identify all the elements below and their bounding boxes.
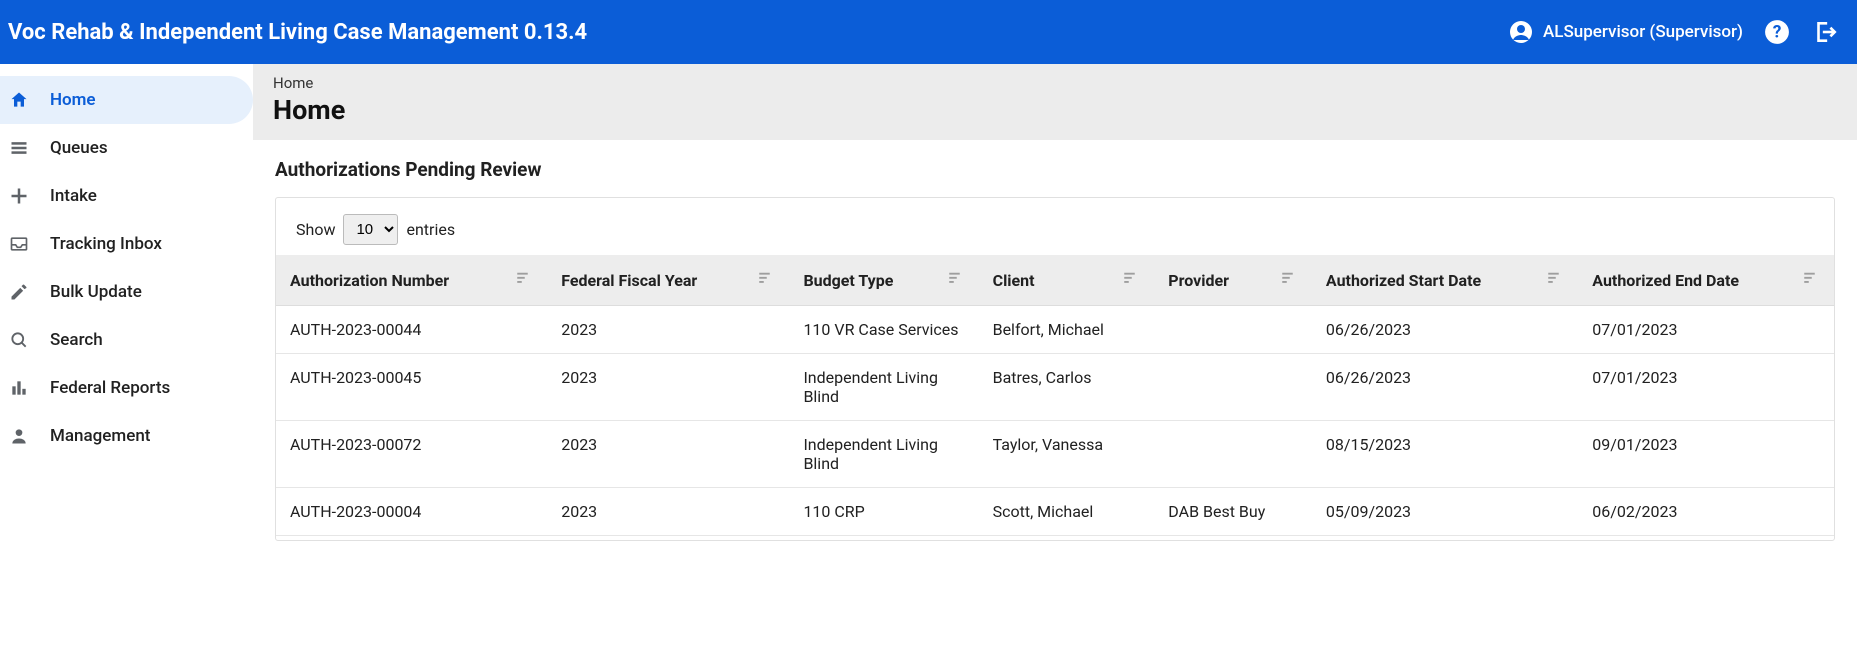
cell-budget-type: Independent Living Blind bbox=[789, 354, 978, 421]
header-right: ALSupervisor (Supervisor) ? bbox=[1507, 18, 1839, 46]
cell-fy: 2023 bbox=[547, 488, 789, 536]
sidebar-item-label: Intake bbox=[50, 186, 97, 206]
user-label: ALSupervisor (Supervisor) bbox=[1543, 22, 1743, 42]
sort-icon[interactable] bbox=[515, 269, 533, 291]
sidebar-item-bulk-update[interactable]: Bulk Update bbox=[0, 268, 253, 316]
page-header: Home Home bbox=[253, 64, 1857, 140]
sidebar-item-search[interactable]: Search bbox=[0, 316, 253, 364]
column-header[interactable]: Client bbox=[979, 255, 1155, 306]
breadcrumb[interactable]: Home bbox=[273, 74, 1837, 92]
table-panel: Show 10 entries Authorization Number Fede… bbox=[275, 197, 1835, 541]
sidebar-item-label: Tracking Inbox bbox=[50, 234, 162, 254]
column-header[interactable]: Authorization Number bbox=[276, 255, 547, 306]
cell-provider bbox=[1154, 421, 1312, 488]
list-icon bbox=[8, 138, 30, 158]
cell-provider: DAB Best Buy bbox=[1154, 488, 1312, 536]
sort-icon[interactable] bbox=[1122, 269, 1140, 291]
cell-budget-type: 110 VR Case Services bbox=[789, 306, 978, 354]
cell-start-date: 05/09/2023 bbox=[1312, 488, 1578, 536]
sort-icon[interactable] bbox=[1280, 269, 1298, 291]
sidebar-item-tracking-inbox[interactable]: Tracking Inbox bbox=[0, 220, 253, 268]
column-label: Federal Fiscal Year bbox=[561, 271, 697, 290]
inbox-icon bbox=[8, 234, 30, 254]
column-label: Budget Type bbox=[803, 271, 893, 290]
logout-icon[interactable] bbox=[1811, 18, 1839, 46]
sidebar-item-queues[interactable]: Queues bbox=[0, 124, 253, 172]
cell-start-date: 06/26/2023 bbox=[1312, 354, 1578, 421]
cell-budget-type: 110 CRP bbox=[789, 488, 978, 536]
table-row[interactable]: AUTH-2023-000442023110 VR Case ServicesB… bbox=[276, 306, 1834, 354]
app-title: Voc Rehab & Independent Living Case Mana… bbox=[0, 20, 587, 45]
show-label-pre: Show bbox=[296, 220, 335, 239]
edit-icon bbox=[8, 282, 30, 302]
column-header[interactable]: Provider bbox=[1154, 255, 1312, 306]
cell-client: Batres, Carlos bbox=[979, 354, 1155, 421]
cell-end-date: 07/01/2023 bbox=[1578, 354, 1834, 421]
sidebar-item-label: Bulk Update bbox=[50, 282, 142, 302]
column-header[interactable]: Budget Type bbox=[789, 255, 978, 306]
cell-end-date: 06/02/2023 bbox=[1578, 488, 1834, 536]
sidebar-item-federal-reports[interactable]: Federal Reports bbox=[0, 364, 253, 412]
sort-icon[interactable] bbox=[1802, 269, 1820, 291]
cell-client: Scott, Michael bbox=[979, 488, 1155, 536]
cell-start-date: 06/26/2023 bbox=[1312, 306, 1578, 354]
cell-fy: 2023 bbox=[547, 354, 789, 421]
cell-budget-type: Independent Living Blind bbox=[789, 421, 978, 488]
cell-auth-no: AUTH-2023-00004 bbox=[276, 488, 547, 536]
sidebar: Home Queues Intake Tracking Inbox Bulk Updat… bbox=[0, 64, 253, 662]
column-label: Authorization Number bbox=[290, 271, 449, 290]
sort-icon[interactable] bbox=[757, 269, 775, 291]
bar-icon bbox=[8, 378, 30, 398]
svg-text:?: ? bbox=[1773, 22, 1782, 42]
cell-start-date: 08/15/2023 bbox=[1312, 421, 1578, 488]
cell-auth-no: AUTH-2023-00072 bbox=[276, 421, 547, 488]
table-row[interactable]: AUTH-2023-000452023Independent Living Bl… bbox=[276, 354, 1834, 421]
cell-fy: 2023 bbox=[547, 306, 789, 354]
column-label: Authorized Start Date bbox=[1326, 271, 1481, 290]
sidebar-item-label: Management bbox=[50, 426, 150, 446]
authorizations-table: Authorization Number Federal Fiscal Year B… bbox=[276, 255, 1834, 536]
home-icon bbox=[8, 90, 30, 110]
cell-end-date: 07/01/2023 bbox=[1578, 306, 1834, 354]
panel-title: Authorizations Pending Review bbox=[275, 158, 1835, 181]
user-chip[interactable]: ALSupervisor (Supervisor) bbox=[1507, 18, 1743, 46]
column-label: Authorized End Date bbox=[1592, 271, 1739, 290]
help-icon[interactable]: ? bbox=[1763, 18, 1791, 46]
person-icon bbox=[8, 426, 30, 446]
cell-end-date: 09/01/2023 bbox=[1578, 421, 1834, 488]
column-header[interactable]: Authorized End Date bbox=[1578, 255, 1834, 306]
sidebar-item-label: Search bbox=[50, 330, 103, 350]
sidebar-item-intake[interactable]: Intake bbox=[0, 172, 253, 220]
column-header[interactable]: Federal Fiscal Year bbox=[547, 255, 789, 306]
table-row[interactable]: AUTH-2023-000042023110 CRPScott, Michael… bbox=[276, 488, 1834, 536]
cell-client: Taylor, Vanessa bbox=[979, 421, 1155, 488]
sort-icon[interactable] bbox=[947, 269, 965, 291]
plus-icon bbox=[8, 186, 30, 206]
search-icon bbox=[8, 330, 30, 350]
table-length-control: Show 10 entries bbox=[276, 198, 1834, 255]
app-header: Voc Rehab & Independent Living Case Mana… bbox=[0, 0, 1857, 64]
show-label-post: entries bbox=[406, 220, 455, 239]
sidebar-item-label: Home bbox=[50, 90, 96, 110]
cell-provider bbox=[1154, 354, 1312, 421]
cell-client: Belfort, Michael bbox=[979, 306, 1155, 354]
column-label: Provider bbox=[1168, 271, 1229, 290]
cell-auth-no: AUTH-2023-00045 bbox=[276, 354, 547, 421]
user-icon bbox=[1507, 18, 1535, 46]
column-label: Client bbox=[993, 271, 1035, 290]
sidebar-item-label: Queues bbox=[50, 138, 108, 158]
sidebar-item-label: Federal Reports bbox=[50, 378, 170, 398]
page-size-select[interactable]: 10 bbox=[343, 214, 398, 245]
main-content: Home Home Authorizations Pending Review … bbox=[253, 64, 1857, 662]
cell-fy: 2023 bbox=[547, 421, 789, 488]
table-row[interactable]: AUTH-2023-000722023Independent Living Bl… bbox=[276, 421, 1834, 488]
cell-auth-no: AUTH-2023-00044 bbox=[276, 306, 547, 354]
sort-icon[interactable] bbox=[1546, 269, 1564, 291]
sidebar-item-management[interactable]: Management bbox=[0, 412, 253, 460]
cell-provider bbox=[1154, 306, 1312, 354]
column-header[interactable]: Authorized Start Date bbox=[1312, 255, 1578, 306]
sidebar-item-home[interactable]: Home bbox=[0, 76, 253, 124]
page-title: Home bbox=[273, 94, 1837, 126]
